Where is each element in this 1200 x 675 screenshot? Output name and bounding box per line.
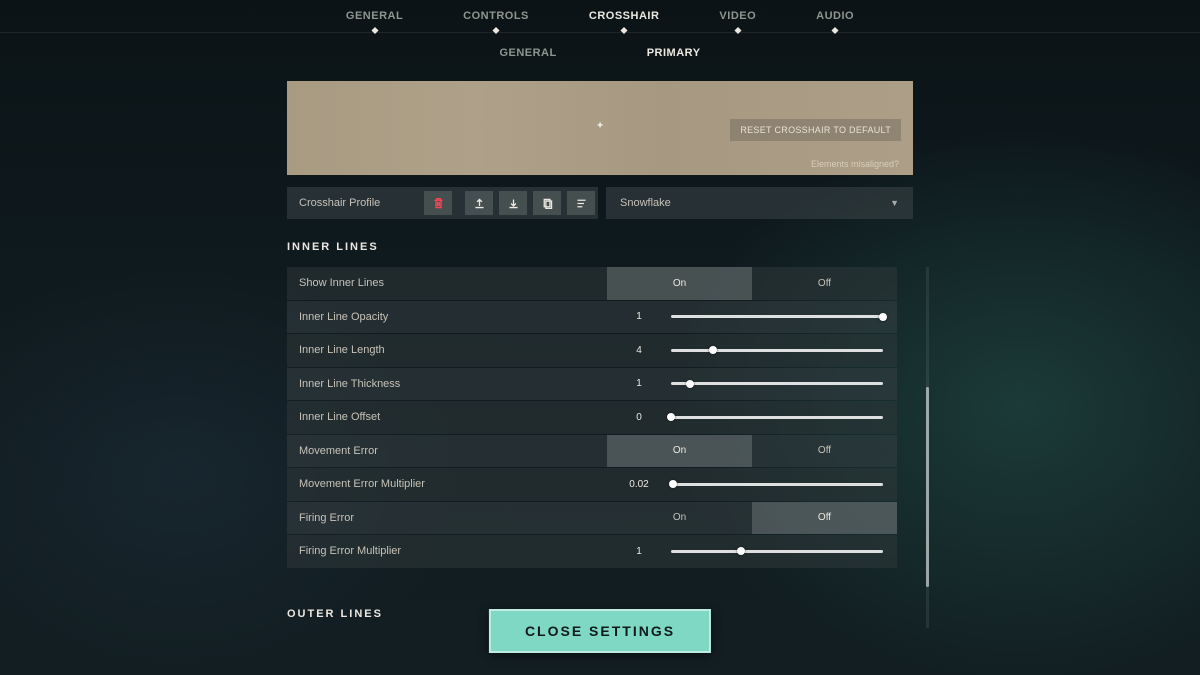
profile-options-button[interactable] xyxy=(567,191,595,215)
toggle-group: OnOff xyxy=(607,435,897,468)
chevron-down-icon: ▼ xyxy=(890,198,899,208)
list-icon xyxy=(575,197,588,210)
setting-label: Inner Line Offset xyxy=(287,411,607,423)
slider-value: 0 xyxy=(607,412,671,423)
setting-row: Movement Error Multiplier0.02 xyxy=(287,468,897,501)
setting-row: Inner Line Opacity1 xyxy=(287,301,897,334)
top-nav-item-audio[interactable]: AUDIO xyxy=(816,10,854,32)
toggle-on[interactable]: On xyxy=(607,267,752,300)
top-nav-item-controls[interactable]: CONTROLS xyxy=(463,10,529,32)
slider-value: 0.02 xyxy=(607,479,671,490)
settings-panel: + RESET CROSSHAIR TO DEFAULT Elements mi… xyxy=(287,81,913,620)
misaligned-hint-link[interactable]: Elements misaligned? xyxy=(811,159,899,169)
slider-value: 1 xyxy=(607,311,671,322)
slider-value: 1 xyxy=(607,546,671,557)
import-profile-button[interactable] xyxy=(499,191,527,215)
profile-select[interactable]: Snowflake ▼ xyxy=(606,187,913,219)
profile-left-group: Crosshair Profile xyxy=(287,187,598,219)
setting-row: Inner Line Offset0 xyxy=(287,401,897,434)
reset-crosshair-button[interactable]: RESET CROSSHAIR TO DEFAULT xyxy=(730,119,901,141)
setting-row: Inner Line Thickness1 xyxy=(287,368,897,401)
top-nav-item-video[interactable]: VIDEO xyxy=(719,10,756,32)
setting-label: Movement Error Multiplier xyxy=(287,478,607,490)
setting-label: Firing Error xyxy=(287,512,607,524)
scrollbar-thumb[interactable] xyxy=(926,387,929,587)
slider[interactable] xyxy=(671,401,897,434)
toggle-group: OnOff xyxy=(607,267,897,300)
setting-row: Show Inner LinesOnOff xyxy=(287,267,897,300)
slider-thumb[interactable] xyxy=(737,547,745,555)
section-title-inner-lines: INNER LINES xyxy=(287,241,913,253)
trash-icon xyxy=(432,197,445,210)
upload-icon xyxy=(473,197,486,210)
toggle-off[interactable]: Off xyxy=(752,502,897,535)
slider-thumb[interactable] xyxy=(709,346,717,354)
slider-thumb[interactable] xyxy=(686,380,694,388)
profile-bar: Crosshair Profile Snowflake ▼ xyxy=(287,187,913,219)
toggle-group: OnOff xyxy=(607,502,897,535)
slider-thumb[interactable] xyxy=(667,413,675,421)
setting-label: Inner Line Thickness xyxy=(287,378,607,390)
download-icon xyxy=(507,197,520,210)
setting-label: Inner Line Length xyxy=(287,344,607,356)
crosshair-icon: + xyxy=(597,121,603,132)
setting-label: Inner Line Opacity xyxy=(287,311,607,323)
top-nav-item-crosshair[interactable]: CROSSHAIR xyxy=(589,10,660,32)
slider[interactable] xyxy=(671,334,897,367)
slider-thumb[interactable] xyxy=(669,480,677,488)
top-nav: GENERAL CONTROLS CROSSHAIR VIDEO AUDIO xyxy=(0,0,1200,32)
slider[interactable] xyxy=(671,368,897,401)
scrollbar[interactable] xyxy=(926,267,929,628)
toggle-on[interactable]: On xyxy=(607,502,752,535)
setting-label: Firing Error Multiplier xyxy=(287,545,607,557)
slider-thumb[interactable] xyxy=(879,313,887,321)
copy-icon xyxy=(541,197,554,210)
duplicate-profile-button[interactable] xyxy=(533,191,561,215)
sub-nav: GENERAL PRIMARY xyxy=(0,33,1200,73)
slider-value: 4 xyxy=(607,345,671,356)
setting-row: Movement ErrorOnOff xyxy=(287,435,897,468)
top-nav-item-general[interactable]: GENERAL xyxy=(346,10,403,32)
sub-nav-item-primary[interactable]: PRIMARY xyxy=(647,47,701,59)
settings-scroll-area: Show Inner LinesOnOffInner Line Opacity1… xyxy=(287,267,913,568)
delete-profile-button[interactable] xyxy=(424,191,452,215)
setting-row: Firing Error Multiplier1 xyxy=(287,535,897,568)
crosshair-preview: + RESET CROSSHAIR TO DEFAULT Elements mi… xyxy=(287,81,913,175)
toggle-off[interactable]: Off xyxy=(752,435,897,468)
profile-label: Crosshair Profile xyxy=(287,197,421,209)
export-profile-button[interactable] xyxy=(465,191,493,215)
inner-lines-list: Show Inner LinesOnOffInner Line Opacity1… xyxy=(287,267,897,568)
setting-label: Show Inner Lines xyxy=(287,277,607,289)
slider-value: 1 xyxy=(607,378,671,389)
setting-row: Inner Line Length4 xyxy=(287,334,897,367)
sub-nav-item-general[interactable]: GENERAL xyxy=(499,47,556,59)
slider[interactable] xyxy=(671,468,897,501)
profile-selected-value: Snowflake xyxy=(620,197,671,209)
close-settings-button[interactable]: CLOSE SETTINGS xyxy=(489,609,711,653)
setting-row: Firing ErrorOnOff xyxy=(287,502,897,535)
slider[interactable] xyxy=(671,301,897,334)
toggle-on[interactable]: On xyxy=(607,435,752,468)
setting-label: Movement Error xyxy=(287,445,607,457)
toggle-off[interactable]: Off xyxy=(752,267,897,300)
slider[interactable] xyxy=(671,535,897,568)
